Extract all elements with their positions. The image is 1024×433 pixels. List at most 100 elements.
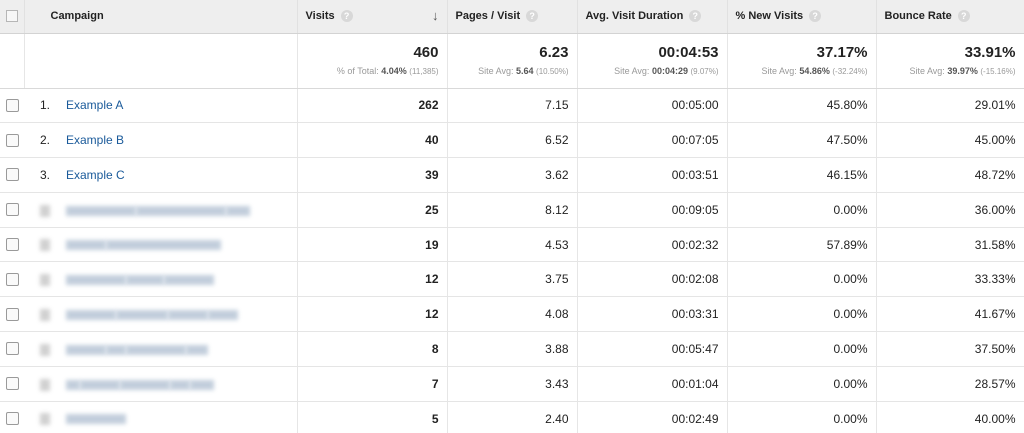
column-header-campaign[interactable]: Campaign	[24, 0, 298, 34]
row-checkbox[interactable]	[5, 412, 19, 426]
pct-new-visits-cell: 0.00%	[727, 296, 877, 333]
totals-visits: 460 % of Total: 4.04% (11,385)	[297, 33, 448, 89]
row-checkbox[interactable]	[5, 168, 19, 182]
column-header-label: Bounce Rate	[884, 10, 952, 23]
total-comparison: Site Avg: 54.86% (-32.24%)	[761, 65, 868, 76]
row-checkbox[interactable]	[5, 98, 19, 112]
pct-new-visits-cell: 0.00%	[727, 261, 877, 298]
help-icon[interactable]: ?	[340, 10, 353, 23]
column-header-label: % New Visits	[735, 10, 804, 23]
row-checkbox-cell[interactable]	[0, 296, 24, 333]
column-header-label: Pages / Visit	[455, 10, 521, 23]
avg-visit-duration-cell: 00:02:32	[577, 227, 728, 263]
avg-visit-duration-cell: 00:05:00	[577, 88, 728, 124]
help-icon[interactable]: ?	[526, 10, 539, 23]
visits-cell: 25	[297, 192, 448, 228]
row-checkbox-cell[interactable]	[0, 261, 24, 298]
campaign-cell: 2. Example B	[24, 122, 298, 159]
help-icon[interactable]: ?	[957, 10, 970, 23]
avg-visit-duration-cell: 00:05:47	[577, 331, 728, 367]
totals-check-cell	[0, 33, 25, 89]
select-all-header[interactable]	[0, 0, 25, 34]
table-row[interactable]: 2. Example B 40 6.52 00:07:05 47.50% 45.00%	[0, 122, 1024, 159]
table-row[interactable]: 1. Example A 262 7.15 00:05:00 45.80% 29.01%	[0, 88, 1024, 124]
visits-cell: 19	[297, 227, 448, 263]
pct-new-visits-cell: 47.50%	[727, 122, 877, 159]
campaign-cell	[24, 227, 298, 263]
row-checkbox[interactable]	[5, 377, 19, 391]
table-row[interactable]: 19 4.53 00:02:32 57.89% 31.58%	[0, 227, 1024, 263]
campaign-link[interactable]: Example A	[66, 98, 123, 112]
select-all-checkbox[interactable]	[5, 10, 18, 23]
redacted-row-number	[40, 378, 50, 391]
redacted-campaign-name	[66, 379, 214, 390]
visits-cell: 262	[297, 88, 448, 124]
help-icon[interactable]: ?	[809, 10, 822, 23]
redacted-row-number	[40, 309, 50, 321]
row-checkbox-cell[interactable]	[0, 192, 24, 228]
avg-visit-duration-cell: 00:03:31	[577, 296, 728, 333]
table-row[interactable]: 3. Example C 39 3.62 00:03:51 46.15% 48.72%	[0, 157, 1024, 193]
column-header-pages-per-visit[interactable]: Pages / Visit?	[447, 0, 578, 34]
visits-cell: 8	[297, 331, 448, 367]
avg-visit-duration-cell: 00:07:05	[577, 122, 728, 159]
row-checkbox[interactable]	[5, 307, 19, 321]
pct-new-visits-cell: 0.00%	[727, 192, 877, 228]
redacted-row-number	[40, 274, 50, 287]
sort-descending-icon[interactable]: ↓	[432, 8, 439, 23]
table-row[interactable]: 12 3.75 00:02:08 0.00% 33.33%	[0, 261, 1024, 298]
redacted-row-number	[40, 204, 50, 217]
pct-new-visits-cell: 46.15%	[727, 157, 877, 193]
row-checkbox-cell[interactable]	[0, 366, 24, 402]
table-row[interactable]: 25 8.12 00:09:05 0.00% 36.00%	[0, 192, 1024, 228]
avg-visit-duration-cell: 00:01:04	[577, 366, 728, 402]
row-checkbox-cell[interactable]	[0, 401, 24, 433]
column-header-pct-new-visits[interactable]: % New Visits?	[727, 0, 877, 34]
bounce-rate-cell: 37.50%	[876, 331, 1024, 367]
redacted-row-number	[40, 239, 50, 252]
bounce-rate-cell: 45.00%	[876, 122, 1024, 159]
table-row[interactable]: 7 3.43 00:01:04 0.00% 28.57%	[0, 366, 1024, 402]
row-checkbox[interactable]	[5, 133, 19, 147]
campaign-cell	[24, 261, 298, 298]
totals-pages-per-visit: 6.23 Site Avg: 5.64 (10.50%)	[447, 33, 578, 89]
total-value: 00:04:53	[658, 43, 719, 61]
row-checkbox-cell[interactable]	[0, 88, 24, 124]
table-row[interactable]: 5 2.40 00:02:49 0.00% 40.00%	[0, 401, 1024, 433]
visits-cell: 40	[297, 122, 448, 159]
table-row[interactable]: 8 3.88 00:05:47 0.00% 37.50%	[0, 331, 1024, 367]
campaign-cell	[24, 331, 298, 367]
redacted-campaign-name	[66, 414, 126, 425]
help-icon[interactable]: ?	[689, 10, 702, 23]
row-number: 3.	[40, 167, 51, 182]
bounce-rate-cell: 28.57%	[876, 366, 1024, 402]
total-value: 460	[413, 43, 439, 61]
row-checkbox[interactable]	[5, 342, 19, 356]
row-checkbox[interactable]	[5, 238, 19, 252]
bounce-rate-cell: 29.01%	[876, 88, 1024, 124]
visits-cell: 5	[297, 401, 448, 433]
row-checkbox-cell[interactable]	[0, 331, 24, 367]
table-header-row: Campaign Visits? ↓ Pages / Visit? Avg. Vi…	[0, 0, 1024, 34]
column-header-label: Avg. Visit Duration	[585, 10, 684, 23]
row-checkbox-cell[interactable]	[0, 157, 24, 193]
column-header-visits[interactable]: Visits? ↓	[297, 0, 448, 34]
row-number: 1.	[40, 98, 51, 113]
column-header-avg-visit-duration[interactable]: Avg. Visit Duration?	[577, 0, 728, 34]
visits-cell: 39	[297, 157, 448, 193]
pct-new-visits-cell: 0.00%	[727, 331, 877, 367]
row-checkbox-cell[interactable]	[0, 122, 24, 159]
total-comparison: Site Avg: 5.64 (10.50%)	[478, 65, 569, 76]
total-comparison: Site Avg: 39.97% (-15.16%)	[909, 65, 1016, 76]
row-checkbox[interactable]	[5, 272, 19, 286]
column-header-bounce-rate[interactable]: Bounce Rate?	[876, 0, 1024, 34]
avg-visit-duration-cell: 00:03:51	[577, 157, 728, 193]
campaign-link[interactable]: Example B	[66, 133, 124, 147]
total-comparison: % of Total: 4.04% (11,385)	[336, 65, 439, 76]
table-row[interactable]: 12 4.08 00:03:31 0.00% 41.67%	[0, 296, 1024, 333]
total-value: 33.91%	[964, 43, 1016, 61]
totals-campaign-cell	[24, 33, 298, 89]
row-checkbox[interactable]	[5, 203, 19, 217]
row-checkbox-cell[interactable]	[0, 227, 24, 263]
campaign-link[interactable]: Example C	[66, 168, 125, 182]
